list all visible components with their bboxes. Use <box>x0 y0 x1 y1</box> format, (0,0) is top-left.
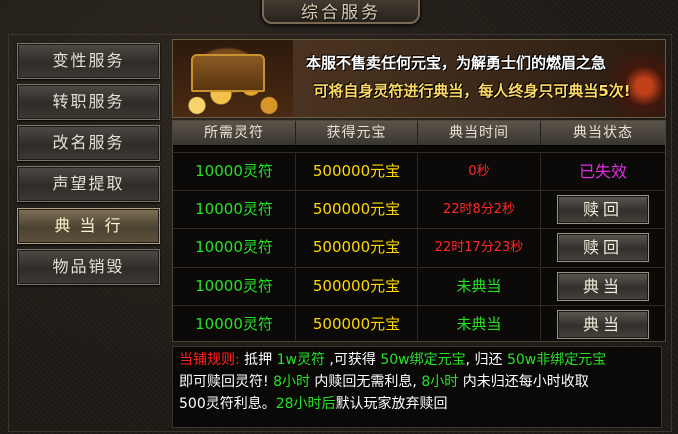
header-time: 典当时间 <box>418 121 541 145</box>
header-cost: 所需灵符 <box>173 121 296 145</box>
table-row: 10000灵符 500000元宝 未典当 典当 <box>173 267 665 305</box>
pawn-button[interactable]: 典当 <box>557 272 649 301</box>
rules-highlight: 1w灵符 <box>276 352 325 368</box>
redeem-button[interactable]: 赎回 <box>557 233 649 262</box>
rules-text: , 归还 <box>465 352 507 368</box>
pawnshop-rules: 当铺规则: 抵押 1w灵符 ,可获得 50w绑定元宝, 归还 50w非绑定元宝即… <box>172 346 662 428</box>
rules-highlight: 50w非绑定元宝 <box>506 352 607 368</box>
time-cell: 未典当 <box>418 306 541 343</box>
table-row: 10000灵符 500000元宝 22时17分23秒 赎回 <box>173 228 665 266</box>
sidebar-item-gender-change[interactable]: 变性服务 <box>17 43 160 79</box>
sidebar-item-reputation-extract[interactable]: 声望提取 <box>17 166 160 202</box>
time-cell: 0秒 <box>418 153 541 190</box>
header-status: 典当状态 <box>573 125 633 141</box>
status-expired-text: 已失效 <box>578 162 627 181</box>
redeem-button[interactable]: 赎回 <box>557 195 649 224</box>
rules-highlight: 28小时后 <box>275 396 336 412</box>
rules-text: 即可赎回灵符! <box>179 374 274 390</box>
rules-text: ,可获得 <box>324 352 381 368</box>
sidebar-item-class-change[interactable]: 转职服务 <box>17 84 160 120</box>
banner-line-1: 本服不售卖任何元宝，为解勇士们的燃眉之急 <box>305 54 606 72</box>
gain-cell: 500000元宝 <box>296 191 418 228</box>
rules-highlight: 8小时 <box>421 374 459 390</box>
status-cell: 典当 <box>541 306 665 343</box>
time-cell: 22时17分23秒 <box>418 229 541 266</box>
rules-highlight: 8小时 <box>273 374 310 390</box>
cost-cell: 10000灵符 <box>173 306 296 343</box>
title-plate: 综合服务 <box>262 0 420 24</box>
table-row: 10000灵符 500000元宝 未典当 典当 <box>173 305 665 343</box>
sidebar: 变性服务 转职服务 改名服务 声望提取 典 当 行 物品销毁 <box>14 40 162 286</box>
cost-cell: 10000灵符 <box>173 229 296 266</box>
cost-cell: 10000灵符 <box>173 153 296 190</box>
header-gain: 获得元宝 <box>296 121 418 145</box>
gain-cell: 500000元宝 <box>296 268 418 305</box>
rules-text: 抵押 <box>239 352 277 368</box>
rules-text: 默认玩家放弃赎回 <box>335 396 448 412</box>
sidebar-item-pawnshop[interactable]: 典 当 行 <box>17 208 160 244</box>
sidebar-item-item-destroy[interactable]: 物品销毁 <box>17 249 160 285</box>
window-title: 综合服务 <box>301 3 381 23</box>
pawn-table: 所需灵符 获得元宝 典当时间 典当状态 10000灵符 500000元宝 0秒 … <box>172 120 666 343</box>
table-row: 10000灵符 500000元宝 22时8分2秒 赎回 <box>173 190 665 228</box>
service-panel: 综合服务 变性服务 转职服务 改名服务 声望提取 典 当 行 物品销毁 本服不售… <box>0 0 678 434</box>
cost-cell: 10000灵符 <box>173 191 296 228</box>
gain-cell: 500000元宝 <box>296 306 418 343</box>
rules-text: 500灵符利息。 <box>179 396 276 412</box>
gain-cell: 500000元宝 <box>296 229 418 266</box>
banner-line-2: 可将自身灵符进行典当，每人终身只可典当5次! <box>313 82 631 100</box>
status-cell: 赎回 <box>541 191 665 228</box>
sidebar-item-rename[interactable]: 改名服务 <box>17 125 160 161</box>
status-cell: 典当 <box>541 268 665 305</box>
status-cell: 赎回 <box>541 229 665 266</box>
time-cell: 未典当 <box>418 268 541 305</box>
rules-highlight: 50w绑定元宝 <box>380 352 466 368</box>
pawn-button[interactable]: 典当 <box>557 310 649 339</box>
gain-cell: 500000元宝 <box>296 153 418 190</box>
rules-prefix: 当铺规则: <box>179 352 240 368</box>
rules-text: 内赎回无需利息, <box>309 374 422 390</box>
table-row: 10000灵符 500000元宝 0秒 已失效 <box>173 152 665 190</box>
table-header: 所需灵符 获得元宝 典当时间 典当状态 <box>173 121 665 146</box>
rules-text: 内未归还每小时收取 <box>458 374 589 390</box>
cost-cell: 10000灵符 <box>173 268 296 305</box>
pawnshop-banner: 本服不售卖任何元宝，为解勇士们的燃眉之急 可将自身灵符进行典当，每人终身只可典当… <box>172 39 666 118</box>
time-cell: 22时8分2秒 <box>418 191 541 228</box>
